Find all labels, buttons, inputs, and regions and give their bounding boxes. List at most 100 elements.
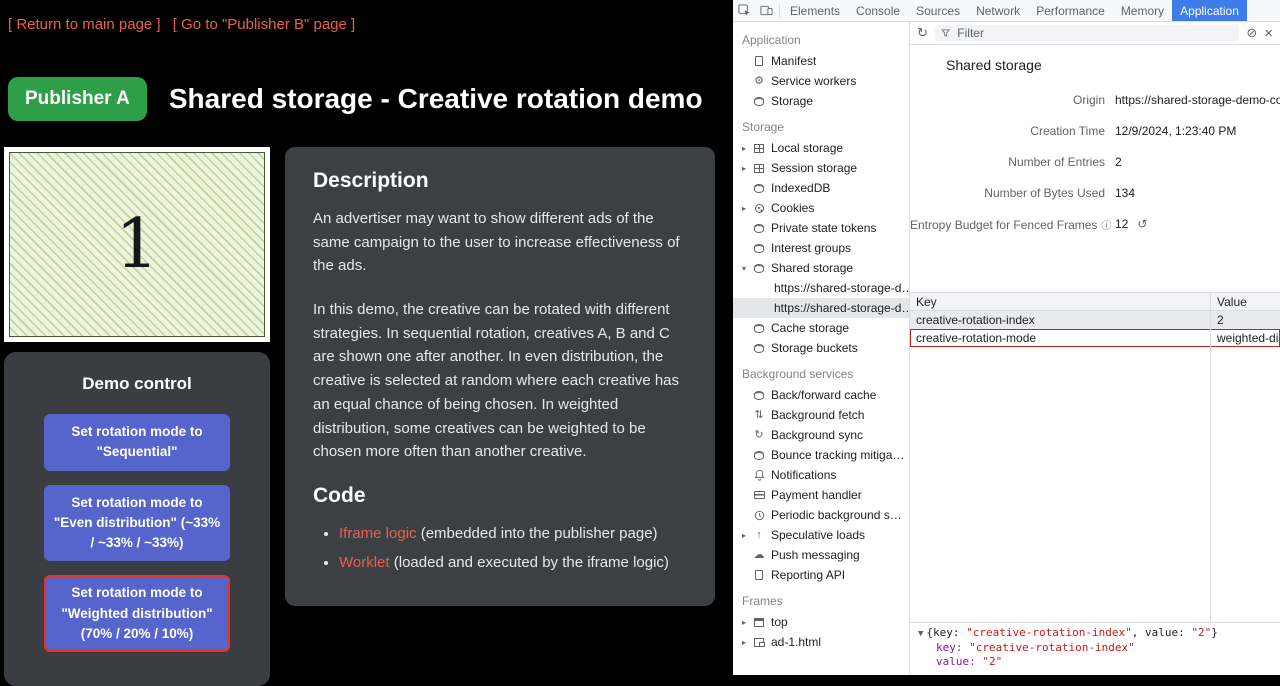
expander-icon[interactable]: ▸	[742, 531, 753, 540]
meta-value: https://shared-storage-demo-co	[1115, 93, 1280, 107]
sidebar-item-label: Bounce tracking mitiga…	[771, 448, 904, 462]
sidebar-item-label: Session storage	[771, 161, 857, 175]
meta-label: Entropy Budget for Fenced Framesⓘ	[910, 217, 1115, 232]
application-sidebar: ApplicationManifest⚙Service workersStora…	[733, 22, 910, 675]
meta-value: 12/9/2024, 1:23:40 PM	[1115, 124, 1236, 138]
meta-label: Origin	[910, 93, 1115, 107]
return-main-link[interactable]: [ Return to main page ]	[8, 16, 161, 33]
inspect-element-icon[interactable]	[733, 0, 755, 21]
sidebar-item-label: Storage	[771, 94, 813, 108]
sidebar-item-label: Reporting API	[771, 568, 845, 582]
column-header-value[interactable]: Value	[1210, 295, 1280, 309]
description-heading: Description	[313, 169, 687, 193]
sidebar-item-periodic-background-s[interactable]: Periodic background s…	[733, 505, 909, 525]
sidebar-item-local-storage[interactable]: ▸ Local storage	[733, 138, 909, 158]
preview-root-line: ▼{key: "creative-rotation-index", value:…	[918, 626, 1272, 641]
sidebar-item-cache-storage[interactable]: Cache storage	[733, 318, 909, 338]
frame-icon	[753, 616, 765, 628]
document-icon	[753, 55, 765, 67]
sidebar-item-private-state-tokens[interactable]: Private state tokens	[733, 218, 909, 238]
expander-icon[interactable]: ▸	[742, 618, 753, 627]
refresh-icon[interactable]: ↻	[917, 25, 928, 41]
sidebar-item-ad-1-html[interactable]: ▸ad-1.html	[733, 632, 909, 652]
sidebar-item-label: Local storage	[771, 141, 843, 155]
sidebar-item-label: https://shared-storage-d…	[774, 301, 909, 315]
tab-network[interactable]: Network	[968, 0, 1028, 21]
tab-sources[interactable]: Sources	[908, 0, 968, 21]
worklet-link[interactable]: Worklet	[339, 554, 390, 571]
info-icon[interactable]: ⓘ	[1101, 221, 1111, 232]
clear-all-icon[interactable]: ⊘	[1246, 25, 1257, 41]
sidebar-item-label: top	[771, 615, 788, 629]
sidebar-item-service-workers[interactable]: ⚙ Service workers	[733, 71, 909, 91]
sidebar-item-manifest[interactable]: Manifest	[733, 51, 909, 71]
description-panel: Description An advertiser may want to sh…	[285, 147, 715, 606]
expand-caret-icon[interactable]: ▼	[918, 629, 923, 639]
set-even-distribution-button[interactable]: Set rotation mode to "Even distribution"…	[44, 485, 230, 562]
sidebar-item-label: IndexedDB	[771, 181, 830, 195]
sidebar-item-speculative-loads[interactable]: ▸↑ Speculative loads	[733, 525, 909, 545]
preview-property: value:	[936, 655, 982, 668]
column-header-key[interactable]: Key	[910, 295, 1210, 309]
device-toolbar-icon[interactable]	[755, 0, 777, 21]
title-row: Publisher A Shared storage - Creative ro…	[8, 77, 725, 121]
sidebar-item-label: Payment handler	[771, 488, 862, 502]
sidebar-item-notifications[interactable]: Notifications	[733, 465, 909, 485]
reset-budget-icon[interactable]: ↺	[1137, 217, 1147, 231]
sidebar-item-reporting-api[interactable]: Reporting API	[733, 565, 909, 585]
sidebar-item-storage[interactable]: Storage	[733, 91, 909, 111]
speculative-icon: ↑	[753, 529, 765, 541]
sidebar-item-storage-buckets[interactable]: Storage buckets	[733, 338, 909, 358]
sidebar-item-label: Speculative loads	[771, 528, 865, 542]
table-row-creative-rotation-mode[interactable]: creative-rotation-modeweighted-distribut…	[910, 329, 1280, 347]
set-weighted-distribution-button[interactable]: Set rotation mode to "Weighted distribut…	[44, 575, 230, 652]
demo-control-title: Demo control	[20, 374, 254, 394]
sidebar-item-indexeddb[interactable]: IndexedDB	[733, 178, 909, 198]
sidebar-item-shared-storage[interactable]: ▾Shared storage	[733, 258, 909, 278]
iframe-logic-link[interactable]: Iframe logic	[339, 525, 417, 542]
sidebar-item-session-storage[interactable]: ▸ Session storage	[733, 158, 909, 178]
delete-selected-icon[interactable]: ×	[1264, 25, 1273, 42]
database-icon	[753, 242, 765, 254]
description-paragraph-2: In this demo, the creative can be rotate…	[313, 298, 687, 464]
tab-memory[interactable]: Memory	[1113, 0, 1172, 21]
tab-performance[interactable]: Performance	[1028, 0, 1113, 21]
tab-elements[interactable]: Elements	[782, 0, 848, 21]
document-icon	[753, 569, 765, 581]
expander-icon[interactable]: ▸	[742, 144, 753, 153]
meta-value: 134	[1115, 186, 1135, 200]
tab-application[interactable]: Application	[1172, 0, 1247, 21]
sidebar-item-back-forward-cache[interactable]: Back/forward cache	[733, 385, 909, 405]
sidebar-item-label: Service workers	[771, 74, 856, 88]
sidebar-item-background-fetch[interactable]: ⇅Background fetch	[733, 405, 909, 425]
expander-icon[interactable]: ▸	[742, 204, 753, 213]
sidebar-item-top[interactable]: ▸ top	[733, 612, 909, 632]
expander-icon[interactable]: ▸	[742, 638, 753, 647]
sidebar-item-background-sync[interactable]: ↻Background sync	[733, 425, 909, 445]
sidebar-item-bounce-tracking-mitiga[interactable]: Bounce tracking mitiga…	[733, 445, 909, 465]
sidebar-item-https-shared-storage-d[interactable]: https://shared-storage-d…	[733, 278, 909, 298]
shared-storage-view: Shared storage Originhttps://shared-stor…	[910, 45, 1280, 622]
sidebar-item-interest-groups[interactable]: Interest groups	[733, 238, 909, 258]
expander-icon[interactable]: ▾	[742, 264, 753, 273]
expander-icon[interactable]: ▸	[742, 164, 753, 173]
sidebar-item-label: Manifest	[771, 54, 816, 68]
sidebar-item-label: Cache storage	[771, 321, 849, 335]
sidebar-item-label: Background fetch	[771, 408, 864, 422]
table-row-creative-rotation-index[interactable]: creative-rotation-index2	[910, 311, 1280, 329]
sidebar-item-https-shared-storage-d-2[interactable]: https://shared-storage-d…	[733, 298, 909, 318]
code-bullet-1: Iframe logic (embedded into the publishe…	[339, 522, 687, 545]
preview-token: , value:	[1132, 626, 1192, 639]
creative-number: 1	[115, 211, 158, 279]
content-row: 1 Demo control Set rotation mode to "Seq…	[0, 147, 733, 686]
tab-console[interactable]: Console	[848, 0, 908, 21]
database-icon	[753, 222, 765, 234]
publisher-b-link[interactable]: [ Go to "Publisher B" page ]	[173, 16, 355, 33]
sidebar-item-push-messaging[interactable]: ☁Push messaging	[733, 545, 909, 565]
sidebar-item-payment-handler[interactable]: Payment handler	[733, 485, 909, 505]
set-sequential-button[interactable]: Set rotation mode to "Sequential"	[44, 414, 230, 471]
gear-icon: ⚙	[753, 75, 765, 87]
sidebar-item-cookies[interactable]: ▸Cookies	[733, 198, 909, 218]
filter-input[interactable]	[955, 25, 1233, 41]
sidebar-item-label: Notifications	[771, 468, 836, 482]
